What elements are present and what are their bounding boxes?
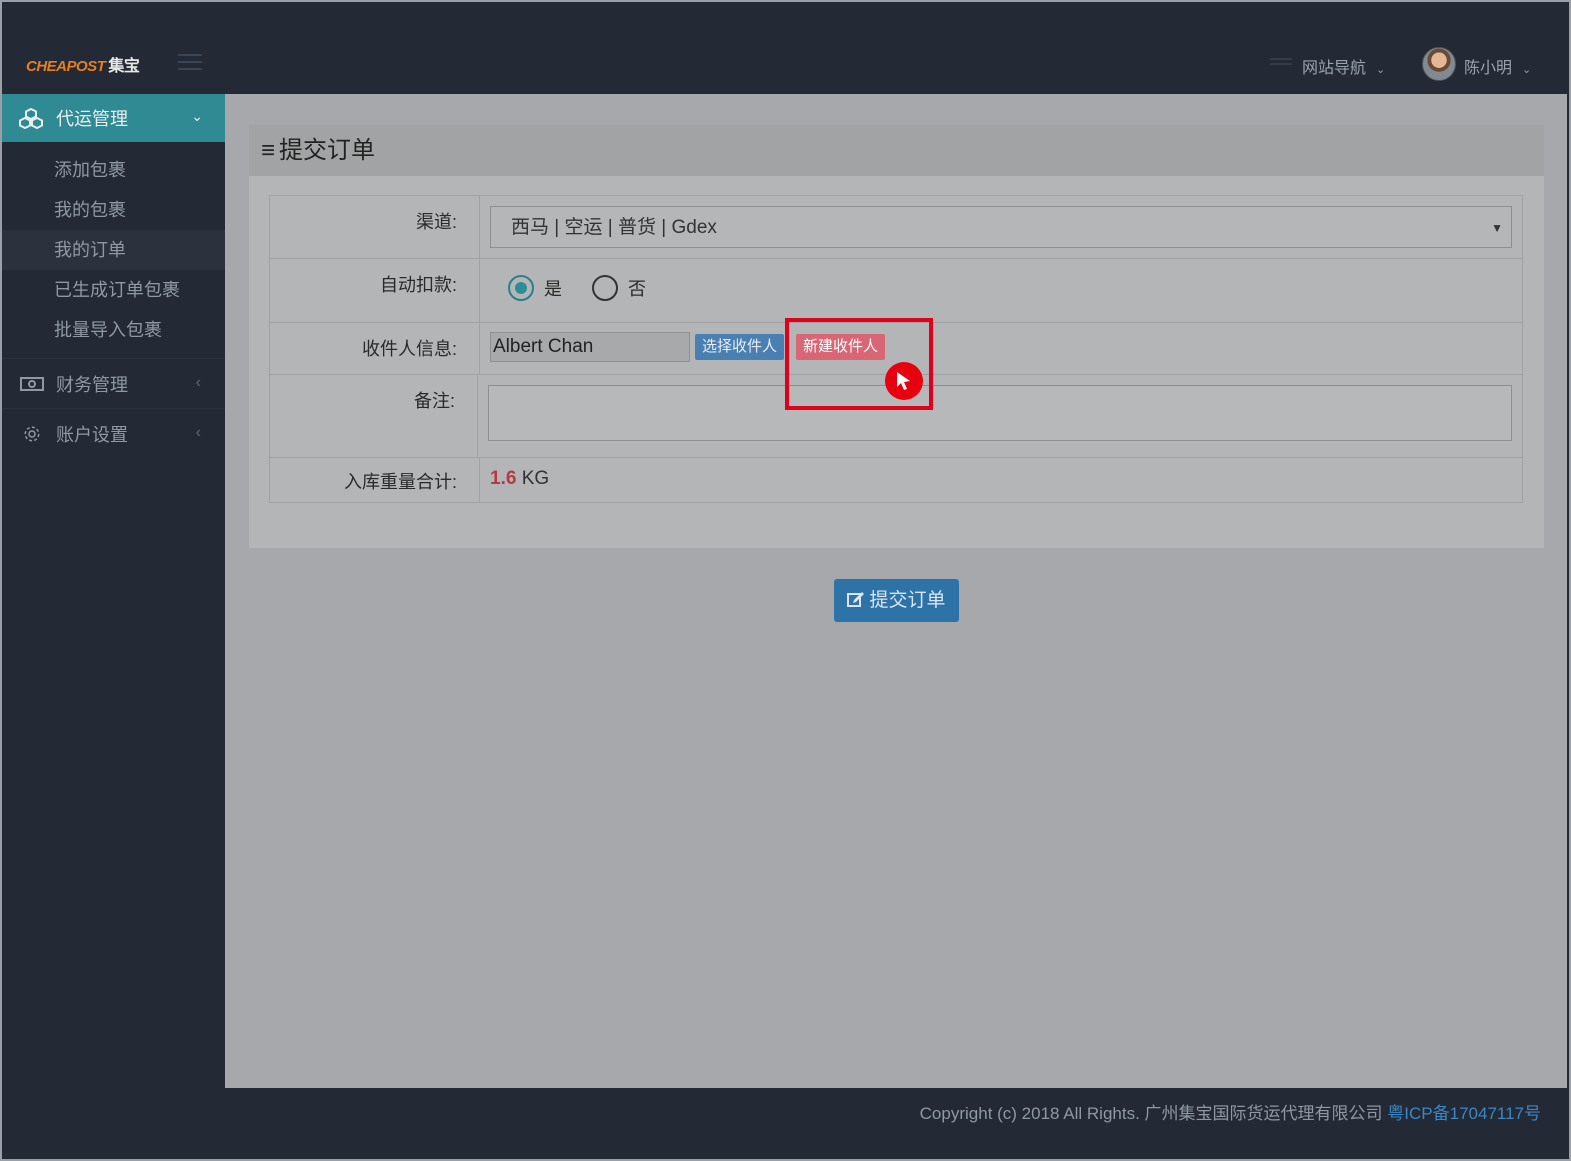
panel-header: ≡ 提交订单 (249, 125, 1544, 176)
footer: Copyright (c) 2018 All Rights. 广州集宝国际货运代… (225, 1088, 1567, 1159)
sidebar-section-account[interactable]: 账户设置 ‹ (2, 408, 225, 458)
copyright-text: Copyright (c) 2018 All Rights. 广州集宝国际货运代… (919, 1104, 1383, 1123)
page-title: 提交订单 (279, 137, 376, 164)
form-row-autopay: 自动扣款: 是 否 (270, 259, 1522, 323)
sidebar-item-add-package[interactable]: 添加包裹 (2, 150, 225, 190)
submit-order-button[interactable]: 提交订单 (834, 579, 959, 622)
edit-icon (847, 592, 865, 607)
cubes-icon (19, 107, 43, 129)
chevron-down-icon: ⌄ (191, 108, 203, 124)
top-bar: CHEAPOST 集宝 网站导航 ⌄ 陈小明 ⌄ (2, 2, 1567, 94)
gear-icon (24, 426, 40, 441)
weight-number: 1.6 (490, 468, 517, 489)
logo-en: CHEAPOST (26, 58, 106, 75)
caret-down-icon: ▼ (1491, 221, 1503, 235)
sidebar: 代运管理 ⌄ 添加包裹 我的包裹 我的订单 已生成订单包裹 批量导入包裹 财务管… (2, 94, 225, 1088)
channel-value: 西马 | 空运 | 普货 | Gdex (511, 217, 717, 238)
sidebar-section-shipping[interactable]: 代运管理 ⌄ (2, 94, 225, 142)
remark-textarea[interactable] (488, 385, 1512, 441)
cursor-icon (885, 362, 923, 400)
list-icon: ≡ (261, 137, 276, 164)
form-row-weight: 入库重量合计: 1.6 KG (270, 458, 1522, 502)
chevron-left-icon: ‹ (195, 374, 201, 391)
sidebar-section-finance[interactable]: 财务管理 ‹ (2, 358, 225, 408)
form-row-channel: 渠道: 西马 | 空运 | 普货 | Gdex ▼ (270, 196, 1522, 259)
sidebar-section-label: 代运管理 (56, 109, 128, 129)
chevron-down-icon: ⌄ (1376, 64, 1386, 76)
sidebar-section-label: 账户设置 (56, 424, 128, 445)
weight-value: 1.6 KG (490, 466, 549, 489)
autopay-label: 自动扣款: (270, 259, 480, 322)
select-receiver-button[interactable]: 选择收件人 (695, 334, 785, 360)
weight-label: 入库重量合计: (270, 458, 480, 502)
main-content: ≡提交订单 渠道: 西马 | 空运 | 普货 | Gdex ▼ 自动扣款: 是 (225, 94, 1567, 1088)
sidebar-item-batch-import[interactable]: 批量导入包裹 (2, 310, 225, 350)
sidebar-section-label: 财务管理 (56, 374, 128, 395)
autopay-yes-label: 是 (544, 279, 562, 299)
avatar[interactable] (1422, 47, 1456, 81)
menu-toggle-icon[interactable] (178, 54, 202, 70)
chevron-down-icon: ⌄ (1522, 64, 1532, 76)
receiver-label: 收件人信息: (270, 323, 480, 374)
chevron-left-icon: ‹ (195, 424, 201, 441)
money-icon (20, 376, 44, 391)
sidebar-submenu: 添加包裹 我的包裹 我的订单 已生成订单包裹 批量导入包裹 (2, 142, 225, 350)
channel-select[interactable]: 西马 | 空运 | 普货 | Gdex ▼ (490, 206, 1512, 248)
sidebar-item-my-packages[interactable]: 我的包裹 (2, 190, 225, 230)
user-dropdown[interactable]: 陈小明 ⌄ (1464, 54, 1531, 78)
submit-label: 提交订单 (869, 590, 946, 611)
sidebar-item-ordered-packages[interactable]: 已生成订单包裹 (2, 270, 225, 310)
site-nav-dropdown[interactable]: 网站导航 ⌄ (1302, 54, 1385, 78)
weight-unit: KG (521, 468, 550, 489)
icp-link[interactable]: 粤ICP备17047117号 (1387, 1104, 1541, 1123)
autopay-no-radio[interactable] (592, 275, 618, 301)
sidebar-item-my-orders[interactable]: 我的订单 (2, 230, 225, 270)
receiver-field[interactable]: Albert Chan (490, 332, 690, 362)
autopay-no-label: 否 (628, 279, 646, 299)
autopay-yes-radio[interactable] (508, 275, 534, 301)
logo-cn: 集宝 (108, 58, 140, 75)
brand-logo[interactable]: CHEAPOST 集宝 (26, 52, 140, 76)
site-nav-label: 网站导航 (1302, 60, 1367, 77)
user-name: 陈小明 (1464, 60, 1513, 77)
footer-copyright: Copyright (c) 2018 All Rights. 广州集宝国际货运代… (920, 1099, 1541, 1124)
remark-label: 备注: (270, 375, 478, 457)
channel-label: 渠道: (270, 196, 480, 258)
nav-lines-icon (1270, 58, 1292, 68)
